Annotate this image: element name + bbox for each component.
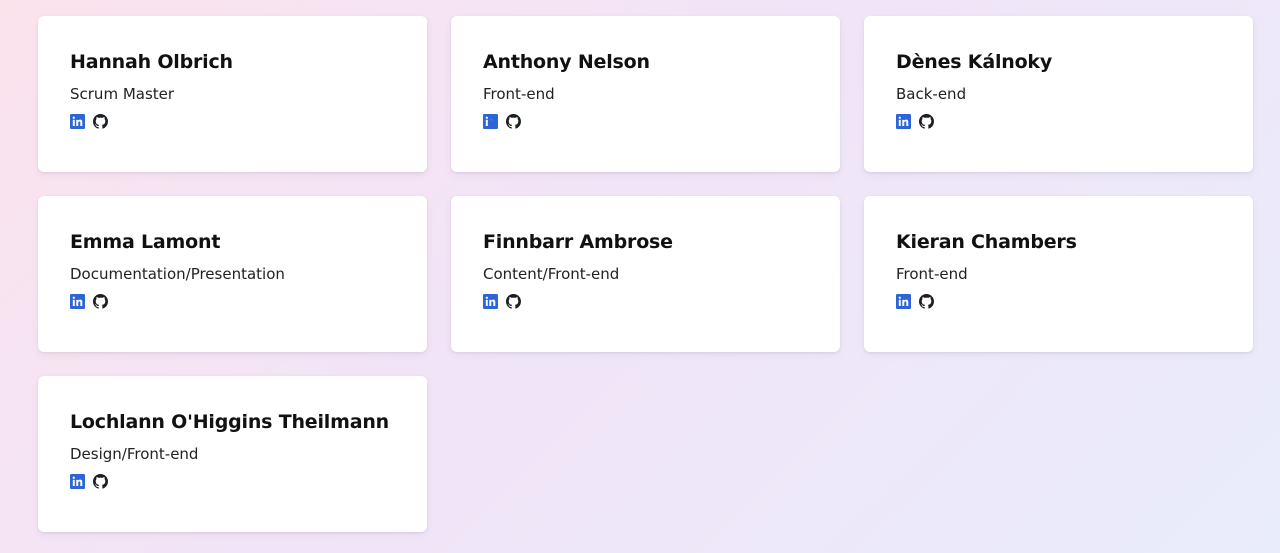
linkedin-icon[interactable]	[70, 294, 85, 309]
member-name: Finnbarr Ambrose	[483, 231, 673, 253]
linkedin-icon[interactable]	[896, 294, 911, 309]
github-icon[interactable]	[919, 114, 934, 129]
social-links	[70, 294, 427, 309]
social-links	[896, 294, 1253, 309]
github-icon[interactable]	[93, 294, 108, 309]
linkedin-icon[interactable]	[70, 474, 85, 489]
github-icon[interactable]	[93, 474, 108, 489]
member-name: Kieran Chambers	[896, 231, 1077, 253]
team-member-card: Finnbarr Ambrose Content/Front-end	[451, 196, 840, 352]
github-icon[interactable]	[93, 114, 108, 129]
member-name: Anthony Nelson	[483, 51, 650, 73]
member-role: Front-end	[896, 265, 968, 283]
member-role: Content/Front-end	[483, 265, 620, 283]
team-member-card: Hannah Olbrich Scrum Master	[38, 16, 427, 172]
team-member-card: Kieran Chambers Front-end	[864, 196, 1253, 352]
member-name: Hannah Olbrich	[70, 51, 233, 73]
linkedin-icon[interactable]	[483, 114, 498, 129]
social-links	[70, 114, 427, 129]
member-name: Lochlann O'Higgins Theilmann	[70, 411, 389, 433]
social-links	[483, 114, 840, 129]
team-member-card: Anthony Nelson Front-end	[451, 16, 840, 172]
github-icon[interactable]	[506, 114, 521, 129]
member-name: Emma Lamont	[70, 231, 221, 253]
member-role: Front-end	[483, 85, 555, 103]
team-member-card: Dènes Kálnoky Back-end	[864, 16, 1253, 172]
social-links	[70, 474, 427, 489]
member-role: Scrum Master	[70, 85, 175, 103]
linkedin-icon[interactable]	[483, 294, 498, 309]
social-links	[896, 114, 1253, 129]
member-name: Dènes Kálnoky	[896, 51, 1053, 73]
team-grid: Hannah Olbrich Scrum Master Anthony Nels…	[38, 16, 1253, 532]
social-links	[483, 294, 840, 309]
team-member-card: Emma Lamont Documentation/Presentation	[38, 196, 427, 352]
member-role: Back-end	[896, 85, 967, 103]
github-icon[interactable]	[506, 294, 521, 309]
linkedin-icon[interactable]	[896, 114, 911, 129]
team-member-card: Lochlann O'Higgins Theilmann Design/Fron…	[38, 376, 427, 532]
linkedin-icon[interactable]	[70, 114, 85, 129]
member-role: Design/Front-end	[70, 445, 199, 463]
member-role: Documentation/Presentation	[70, 265, 285, 283]
github-icon[interactable]	[919, 294, 934, 309]
